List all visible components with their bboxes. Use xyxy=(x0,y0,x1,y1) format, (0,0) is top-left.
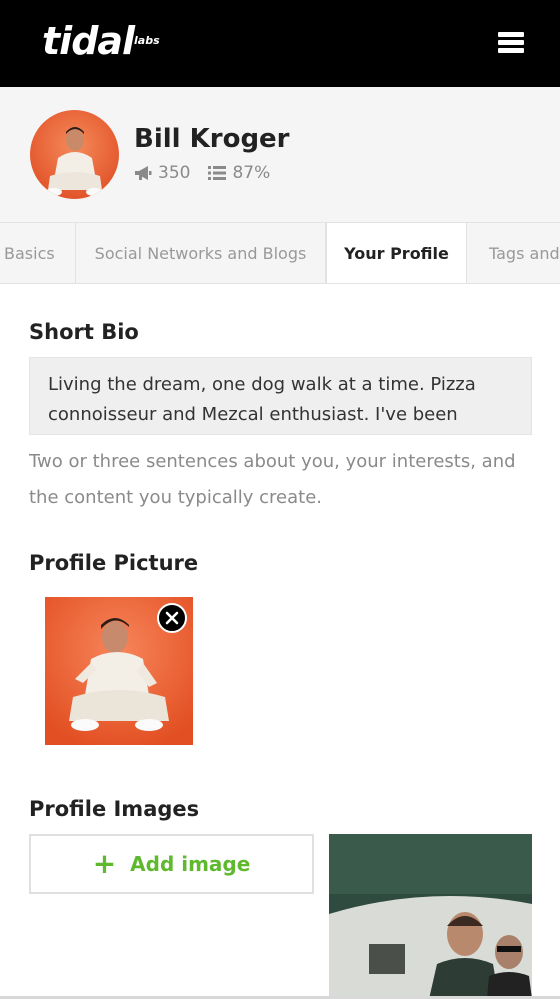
stat-reach-value: 350 xyxy=(158,163,191,183)
add-image-button[interactable]: + Add image xyxy=(29,834,314,894)
profile-images-heading: Profile Images xyxy=(29,797,200,821)
tidal-logo-labs: labs xyxy=(134,34,160,47)
list-icon xyxy=(208,166,227,180)
profile-picture-heading: Profile Picture xyxy=(29,551,199,575)
short-bio-help-text: Two or three sentences about you, your i… xyxy=(29,451,516,508)
stat-reach: 350 xyxy=(134,162,190,184)
profile-header: Bill Kroger 350 87% xyxy=(0,87,560,223)
avatar xyxy=(30,110,119,199)
profile-image-thumbnail[interactable] xyxy=(329,834,532,999)
short-bio-heading: Short Bio xyxy=(29,320,139,344)
menu-bar xyxy=(498,48,524,53)
top-navigation-bar: tidal labs xyxy=(0,0,560,87)
tab-basics[interactable]: Basics xyxy=(0,223,76,283)
tidal-logo[interactable]: tidal xyxy=(42,18,135,64)
profile-name: Bill Kroger xyxy=(134,124,290,154)
short-bio-textarea[interactable]: Living the dream, one dog walk at a time… xyxy=(29,357,532,435)
stat-completion-value: 87% xyxy=(232,163,271,183)
add-image-label: Add image xyxy=(130,852,251,876)
stat-completion: 87% xyxy=(208,162,270,184)
tab-your-profile[interactable]: Your Profile xyxy=(326,223,467,283)
close-icon xyxy=(165,611,179,625)
plus-icon: + xyxy=(92,847,117,880)
menu-bar xyxy=(498,32,524,37)
tab-social-networks[interactable]: Social Networks and Blogs xyxy=(76,223,326,283)
profile-stats: 350 87% xyxy=(134,162,288,184)
tab-tags[interactable]: Tags and xyxy=(467,223,560,283)
megaphone-icon xyxy=(135,166,152,180)
remove-picture-button[interactable] xyxy=(157,603,187,633)
menu-bar xyxy=(498,40,524,45)
profile-tabs: Basics Social Networks and Blogs Your Pr… xyxy=(0,223,560,284)
hamburger-menu-icon[interactable] xyxy=(496,30,526,56)
